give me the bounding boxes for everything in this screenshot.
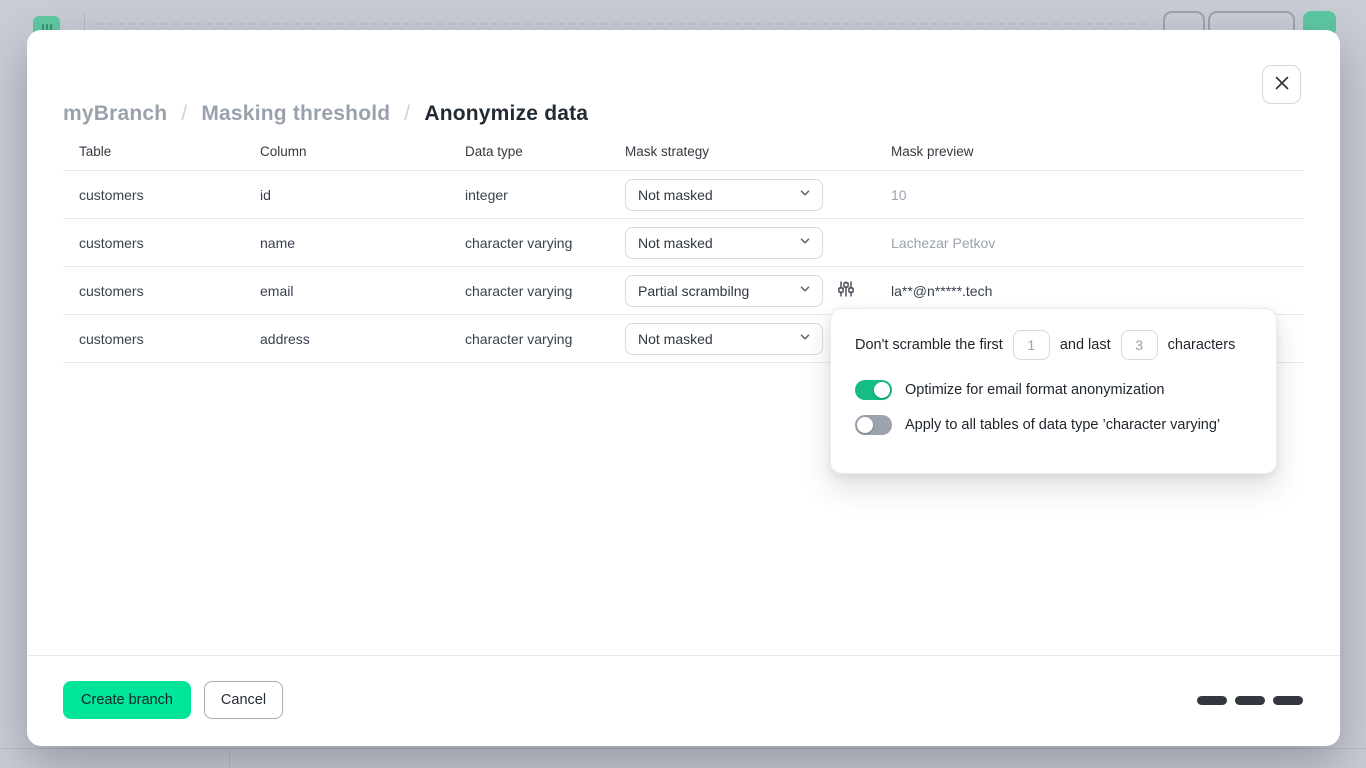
- breadcrumb-separator: /: [404, 102, 410, 126]
- cell-mask-preview: Lachezar Petkov: [891, 235, 1304, 251]
- header-data-type: Data type: [465, 144, 625, 159]
- header-mask-preview: Mask preview: [891, 144, 1304, 159]
- apply-all-tables-toggle[interactable]: [855, 415, 892, 435]
- mask-strategy-select[interactable]: Not masked: [625, 323, 823, 355]
- email-optimize-toggle[interactable]: [855, 380, 892, 400]
- last-characters-input[interactable]: [1121, 330, 1158, 360]
- background-breadcrumb-dimmed: [96, 23, 1151, 25]
- step-indicator: [1197, 696, 1303, 705]
- cell-mask-preview: la**@n*****.tech: [891, 283, 1304, 299]
- cell-column: name: [260, 235, 465, 251]
- cell-column: email: [260, 283, 465, 299]
- email-optimize-row: Optimize for email format anonymization: [855, 380, 1252, 400]
- background-sidebar-edge: [229, 748, 230, 768]
- chevron-down-icon: [798, 330, 812, 347]
- cell-data-type: character varying: [465, 331, 625, 347]
- table-row: customers name character varying Not mas…: [63, 219, 1304, 267]
- table-row: customers id integer Not masked 10: [63, 171, 1304, 219]
- anonymize-data-modal: myBranch / Masking threshold / Anonymize…: [27, 30, 1340, 746]
- cell-data-type: integer: [465, 187, 625, 203]
- email-optimize-label: Optimize for email format anonymization: [905, 382, 1165, 398]
- cell-table: customers: [63, 283, 260, 299]
- toggle-knob: [857, 417, 873, 433]
- chevron-down-icon: [798, 234, 812, 251]
- cell-data-type: character varying: [465, 235, 625, 251]
- scramble-text-before: Don't scramble the first: [855, 337, 1003, 353]
- header-table: Table: [63, 144, 260, 159]
- footer-divider: [27, 655, 1340, 656]
- cell-mask-preview: 10: [891, 187, 1304, 203]
- chevron-down-icon: [798, 282, 812, 299]
- select-value: Not masked: [638, 187, 713, 203]
- cell-column: id: [260, 187, 465, 203]
- mask-settings-button[interactable]: [836, 281, 856, 301]
- mask-strategy-select[interactable]: Not masked: [625, 227, 823, 259]
- partial-scrambling-popover: Don't scramble the first and last charac…: [830, 308, 1277, 474]
- background-header-divider: [84, 12, 85, 30]
- step-dash: [1197, 696, 1227, 705]
- breadcrumb-separator: /: [181, 102, 187, 126]
- step-dash: [1235, 696, 1265, 705]
- table-header-row: Table Column Data type Mask strategy Mas…: [63, 133, 1304, 171]
- header-column: Column: [260, 144, 465, 159]
- mask-strategy-select[interactable]: Not masked: [625, 179, 823, 211]
- cell-data-type: character varying: [465, 283, 625, 299]
- sliders-icon: [837, 280, 855, 301]
- breadcrumb-item-mybranch[interactable]: myBranch: [63, 102, 167, 126]
- apply-all-tables-label: Apply to all tables of data type ’charac…: [905, 417, 1220, 433]
- background-content-edge: [0, 748, 1366, 749]
- cell-table: customers: [63, 187, 260, 203]
- scramble-text-middle: and last: [1060, 337, 1111, 353]
- cell-column: address: [260, 331, 465, 347]
- step-dash: [1273, 696, 1303, 705]
- close-button[interactable]: [1262, 65, 1301, 104]
- scramble-text-after: characters: [1168, 337, 1236, 353]
- scramble-range-row: Don't scramble the first and last charac…: [855, 330, 1252, 360]
- cell-table: customers: [63, 235, 260, 251]
- cancel-button[interactable]: Cancel: [204, 681, 283, 719]
- toggle-knob: [874, 382, 890, 398]
- breadcrumb: myBranch / Masking threshold / Anonymize…: [63, 102, 588, 126]
- select-value: Not masked: [638, 235, 713, 251]
- select-value: Not masked: [638, 331, 713, 347]
- breadcrumb-item-masking-threshold[interactable]: Masking threshold: [201, 102, 390, 126]
- chevron-down-icon: [798, 186, 812, 203]
- close-icon: [1275, 76, 1289, 93]
- apply-all-tables-row: Apply to all tables of data type ’charac…: [855, 415, 1252, 435]
- mask-strategy-select[interactable]: Partial scrambilng: [625, 275, 823, 307]
- cell-table: customers: [63, 331, 260, 347]
- header-mask-strategy: Mask strategy: [625, 144, 891, 159]
- create-branch-button[interactable]: Create branch: [63, 681, 191, 719]
- first-characters-input[interactable]: [1013, 330, 1050, 360]
- select-value: Partial scrambilng: [638, 283, 749, 299]
- breadcrumb-item-anonymize-data: Anonymize data: [424, 102, 588, 126]
